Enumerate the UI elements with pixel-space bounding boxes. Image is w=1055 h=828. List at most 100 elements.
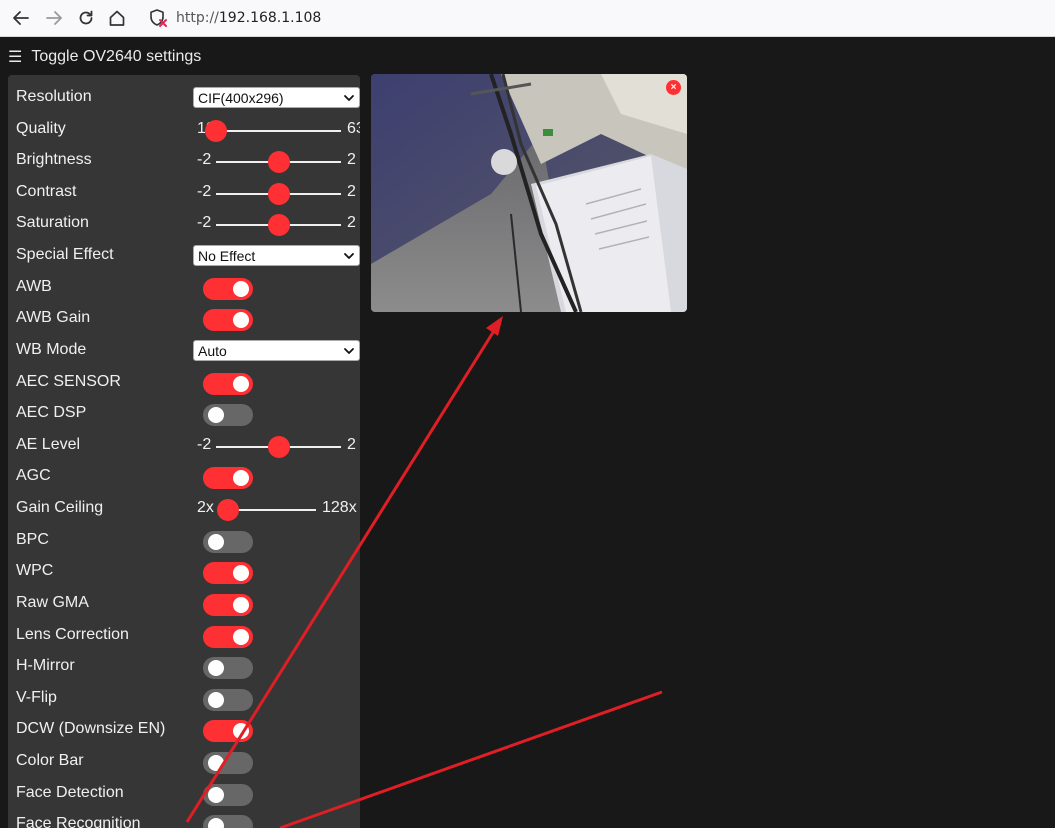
awb-gain-toggle[interactable]: [203, 309, 253, 332]
gain-ceiling-label: Gain Ceiling: [16, 499, 104, 517]
setting-row-aec-dsp: AEC DSP: [16, 401, 356, 427]
forward-icon[interactable]: [42, 6, 66, 30]
contrast-slider-thumb[interactable]: [267, 182, 290, 205]
awb-label: AWB: [16, 277, 52, 295]
quality-slider[interactable]: [216, 129, 341, 132]
annotation-arrowhead-1: [486, 316, 503, 336]
bpc-toggle[interactable]: [203, 530, 253, 553]
bpc-toggle-knob: [208, 533, 224, 550]
setting-row-resolution: Resolution CIF(400x296): [16, 85, 360, 111]
raw-gma-label: Raw GMA: [16, 593, 89, 611]
aec-dsp-toggle-knob: [208, 407, 224, 424]
close-stream-button[interactable]: ×: [666, 80, 681, 95]
lens-correction-toggle[interactable]: [203, 625, 253, 648]
setting-row-ae-level: AE Level -2 2: [16, 433, 356, 459]
bpc-label: BPC: [16, 530, 49, 548]
setting-row-awb-gain: AWB Gain: [16, 306, 356, 332]
quality-slider-thumb[interactable]: [205, 119, 227, 142]
quality-label: Quality: [16, 119, 66, 137]
contrast-min: -2: [197, 182, 212, 200]
setting-row-saturation: Saturation -2 2: [16, 211, 356, 237]
reload-icon[interactable]: [74, 6, 98, 30]
setting-row-v-flip: V-Flip: [16, 686, 356, 712]
awb-toggle-knob: [233, 280, 249, 297]
stream-image: [371, 74, 687, 312]
brightness-min: -2: [197, 151, 212, 169]
setting-row-special-effect: Special Effect No Effect: [16, 243, 360, 269]
aec-dsp-label: AEC DSP: [16, 404, 87, 422]
dcw-downsize-en-label: DCW (Downsize EN): [16, 720, 166, 738]
h-mirror-toggle[interactable]: [203, 657, 253, 680]
setting-row-color-bar: Color Bar: [16, 749, 356, 775]
aec-sensor-toggle-knob: [233, 375, 249, 392]
setting-row-quality: Quality1063: [16, 117, 360, 143]
setting-row-face-recognition: Face Recognition: [16, 812, 356, 828]
settings-panel: Resolution CIF(400x296) Quality1063 Brightn…: [8, 75, 360, 828]
gain-ceiling-slider[interactable]: [228, 509, 316, 512]
ae-level-slider-thumb[interactable]: [267, 435, 290, 458]
dcw-downsize-en-toggle[interactable]: [203, 720, 253, 743]
brightness-slider-thumb[interactable]: [267, 151, 290, 174]
wb-mode-select[interactable]: Auto: [193, 339, 360, 361]
address-bar[interactable]: http://192.168.1.108: [140, 4, 1055, 32]
special-effect-select[interactable]: No Effect: [193, 245, 360, 267]
back-icon[interactable]: [9, 6, 33, 30]
awb-gain-label: AWB Gain: [16, 309, 91, 327]
saturation-label: Saturation: [16, 214, 89, 232]
setting-row-contrast: Contrast -2 2: [16, 180, 356, 206]
color-bar-toggle[interactable]: [203, 752, 253, 775]
url-host: 192.168.1.108: [218, 10, 322, 26]
aec-sensor-label: AEC SENSOR: [16, 372, 121, 390]
home-icon[interactable]: [105, 6, 129, 30]
agc-label: AGC: [16, 467, 51, 485]
aec-dsp-toggle[interactable]: [203, 404, 253, 427]
v-flip-toggle-knob: [208, 691, 224, 708]
awb-toggle[interactable]: [203, 277, 253, 300]
setting-row-lens-correction: Lens Correction: [16, 623, 356, 649]
setting-row-face-detection: Face Detection: [16, 781, 356, 807]
face-recognition-toggle[interactable]: [203, 815, 253, 828]
face-detection-toggle[interactable]: [203, 783, 253, 806]
ae-level-min: -2: [197, 435, 212, 453]
gain-ceiling-slider-thumb[interactable]: [217, 499, 239, 522]
lens-correction-label: Lens Correction: [16, 625, 129, 643]
aec-sensor-toggle[interactable]: [203, 372, 253, 395]
special-effect-select-value: No Effect: [198, 248, 256, 265]
v-flip-label: V-Flip: [16, 688, 57, 706]
resolution-select[interactable]: CIF(400x296): [193, 87, 360, 108]
browser-toolbar: http://192.168.1.108: [0, 0, 1055, 37]
raw-gma-toggle[interactable]: [203, 593, 253, 616]
face-detection-toggle-knob: [208, 786, 224, 803]
setting-row-wb-mode: WB Mode Auto: [16, 338, 360, 364]
wpc-toggle[interactable]: [203, 562, 253, 585]
brightness-max: 2: [347, 151, 356, 169]
saturation-max: 2: [347, 214, 356, 232]
setting-row-aec-sensor: AEC SENSOR: [16, 370, 356, 396]
setting-row-brightness: Brightness -2 2: [16, 148, 356, 174]
setting-row-bpc: BPC: [16, 528, 356, 554]
contrast-max: 2: [347, 182, 356, 200]
chevron-down-icon: [344, 95, 354, 101]
hamburger-icon: ☰: [8, 49, 23, 66]
wb-mode-select-value: Auto: [198, 342, 227, 359]
dcw-downsize-en-toggle-knob: [233, 723, 249, 740]
brightness-label: Brightness: [16, 151, 92, 169]
special-effect-label: Special Effect: [16, 246, 114, 264]
setting-row-awb: AWB: [16, 275, 356, 301]
saturation-slider-thumb[interactable]: [267, 214, 290, 237]
awb-gain-toggle-knob: [233, 312, 249, 329]
insecure-shield-icon[interactable]: [148, 8, 168, 28]
chevron-down-icon: [344, 348, 354, 354]
wpc-toggle-knob: [233, 565, 249, 582]
url-text: http://192.168.1.108: [176, 10, 321, 26]
setting-row-h-mirror: H-Mirror: [16, 654, 356, 680]
color-bar-label: Color Bar: [16, 752, 84, 770]
face-recognition-toggle-knob: [208, 818, 224, 828]
wpc-label: WPC: [16, 562, 54, 580]
face-recognition-label: Face Recognition: [16, 815, 141, 828]
ae-level-label: AE Level: [16, 435, 81, 453]
toggle-settings-button[interactable]: ☰ Toggle OV2640 settings: [8, 46, 201, 68]
agc-toggle[interactable]: [203, 467, 253, 490]
saturation-min: -2: [197, 214, 212, 232]
v-flip-toggle[interactable]: [203, 688, 253, 711]
